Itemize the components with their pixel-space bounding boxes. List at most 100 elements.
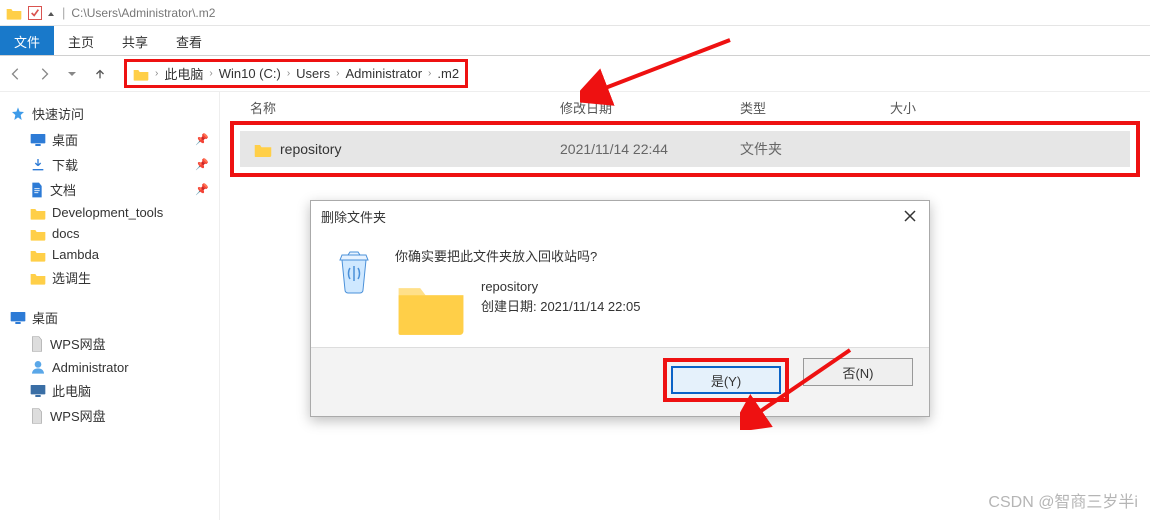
sidebar-item-devtools[interactable]: Development_tools — [0, 202, 219, 223]
sidebar-quick-access[interactable]: 快速访问 — [0, 100, 219, 127]
row-modified: 2021/11/14 22:44 — [560, 141, 740, 157]
yes-button[interactable]: 是(Y) — [671, 366, 781, 394]
breadcrumb-item[interactable]: 此电脑 — [164, 64, 203, 83]
breadcrumb-item[interactable]: Administrator — [345, 66, 422, 81]
chevron-right-icon: › — [287, 68, 290, 79]
sidebar-item-thispc[interactable]: 此电脑 — [0, 378, 219, 403]
tab-home[interactable]: 主页 — [54, 26, 108, 55]
file-icon — [30, 408, 44, 424]
folder-icon — [6, 6, 22, 20]
sidebar-item-label: Lambda — [52, 247, 99, 262]
sidebar-item-xuandiaosheng[interactable]: 选调生 — [0, 265, 219, 290]
breadcrumb-item[interactable]: Users — [296, 66, 330, 81]
ribbon-tabs: 文件 主页 共享 查看 — [0, 26, 1150, 56]
tab-file[interactable]: 文件 — [0, 26, 54, 55]
recycle-bin-icon — [332, 246, 376, 294]
yes-button-highlight: 是(Y) — [663, 358, 789, 402]
col-modified[interactable]: 修改日期 — [560, 98, 740, 117]
sidebar-item-label: Development_tools — [52, 205, 163, 220]
recent-dropdown[interactable] — [62, 64, 82, 84]
row-highlight: repository 2021/11/14 22:44 文件夹 — [230, 121, 1140, 177]
row-type: 文件夹 — [740, 139, 890, 159]
window-title-path: C:\Users\Administrator\.m2 — [71, 6, 215, 20]
sidebar-group-label: 快速访问 — [32, 104, 84, 123]
sidebar-item-downloads[interactable]: 下载 📌 — [0, 152, 219, 177]
row-name: repository — [280, 141, 341, 157]
column-headers[interactable]: 名称 修改日期 类型 大小 — [220, 92, 1150, 121]
up-button[interactable] — [90, 64, 110, 84]
sidebar-item-docs[interactable]: docs — [0, 223, 219, 244]
chevron-right-icon: › — [336, 68, 339, 79]
download-icon — [30, 157, 46, 173]
folder-large-icon — [395, 277, 467, 337]
sidebar-item-label: 此电脑 — [52, 381, 91, 400]
close-icon — [903, 209, 917, 223]
forward-button[interactable] — [34, 64, 54, 84]
sidebar-item-administrator[interactable]: Administrator — [0, 356, 219, 378]
close-button[interactable] — [903, 209, 919, 225]
sidebar-desktop-group[interactable]: 桌面 — [0, 304, 219, 331]
title-bar: | C:\Users\Administrator\.m2 — [0, 0, 1150, 26]
desktop-icon — [30, 133, 46, 147]
breadcrumb[interactable]: › 此电脑 › Win10 (C:) › Users › Administrat… — [118, 61, 1144, 87]
folder-icon — [133, 67, 149, 81]
pin-icon: 📌 — [195, 183, 209, 196]
table-row[interactable]: repository 2021/11/14 22:44 文件夹 — [240, 131, 1130, 167]
watermark: CSDN @智商三岁半i — [988, 488, 1138, 512]
sidebar: 快速访问 桌面 📌 下载 📌 文档 📌 Development_tools — [0, 92, 220, 520]
sidebar-item-label: WPS网盘 — [50, 406, 106, 425]
pc-icon — [30, 384, 46, 398]
user-icon — [30, 359, 46, 375]
sidebar-item-label: 桌面 — [52, 130, 78, 149]
sidebar-item-wps[interactable]: WPS网盘 — [0, 331, 219, 356]
breadcrumb-highlight: › 此电脑 › Win10 (C:) › Users › Administrat… — [124, 59, 468, 88]
folder-icon — [254, 142, 272, 157]
sidebar-item-documents[interactable]: 文档 📌 — [0, 177, 219, 202]
folder-icon — [30, 271, 46, 285]
col-size[interactable]: 大小 — [890, 98, 970, 117]
dialog-title: 删除文件夹 — [321, 207, 386, 226]
sidebar-item-lambda[interactable]: Lambda — [0, 244, 219, 265]
desktop-icon — [10, 311, 26, 325]
sidebar-group-label: 桌面 — [32, 308, 58, 327]
dialog-message: 你确实要把此文件夹放入回收站吗? — [395, 246, 911, 265]
back-button[interactable] — [6, 64, 26, 84]
col-name[interactable]: 名称 — [250, 98, 560, 117]
folder-icon — [30, 206, 46, 220]
star-icon — [10, 106, 26, 122]
delete-folder-dialog: 删除文件夹 你确实要把此文件夹放入回收站吗? repository — [310, 200, 930, 417]
sidebar-item-label: 下载 — [52, 155, 78, 174]
document-icon — [30, 182, 44, 198]
nav-row: › 此电脑 › Win10 (C:) › Users › Administrat… — [0, 56, 1150, 92]
pin-icon: 📌 — [195, 158, 209, 171]
tab-view[interactable]: 查看 — [162, 26, 216, 55]
chevron-right-icon: › — [209, 68, 212, 79]
sidebar-item-desktop[interactable]: 桌面 📌 — [0, 127, 219, 152]
col-type[interactable]: 类型 — [740, 98, 890, 117]
sidebar-item-label: 选调生 — [52, 268, 91, 287]
sidebar-item-label: WPS网盘 — [50, 334, 106, 353]
qat-dropdown-icon[interactable] — [46, 8, 56, 18]
quick-access-toolbar — [28, 6, 56, 20]
chevron-right-icon: › — [428, 68, 431, 79]
pin-icon: 📌 — [195, 133, 209, 146]
sidebar-item-label: Administrator — [52, 360, 129, 375]
folder-icon — [30, 248, 46, 262]
sidebar-item-label: docs — [52, 226, 79, 241]
dialog-buttons: 是(Y) 否(N) — [311, 347, 929, 416]
dialog-titlebar: 删除文件夹 — [311, 201, 929, 232]
titlebar-separator: | — [62, 5, 65, 20]
folder-icon — [30, 227, 46, 241]
tab-share[interactable]: 共享 — [108, 26, 162, 55]
qat-checkbox[interactable] — [28, 6, 42, 20]
file-icon — [30, 336, 44, 352]
breadcrumb-item[interactable]: .m2 — [437, 66, 459, 81]
sidebar-item-label: 文档 — [50, 180, 76, 199]
no-button[interactable]: 否(N) — [803, 358, 913, 386]
breadcrumb-item[interactable]: Win10 (C:) — [219, 66, 281, 81]
dialog-body: 你确实要把此文件夹放入回收站吗? repository 创建日期: 2021/1… — [311, 232, 929, 347]
chevron-right-icon: › — [155, 68, 158, 79]
sidebar-item-wps2[interactable]: WPS网盘 — [0, 403, 219, 428]
dialog-item-name: repository — [481, 277, 640, 297]
dialog-item-created: 创建日期: 2021/11/14 22:05 — [481, 297, 640, 317]
